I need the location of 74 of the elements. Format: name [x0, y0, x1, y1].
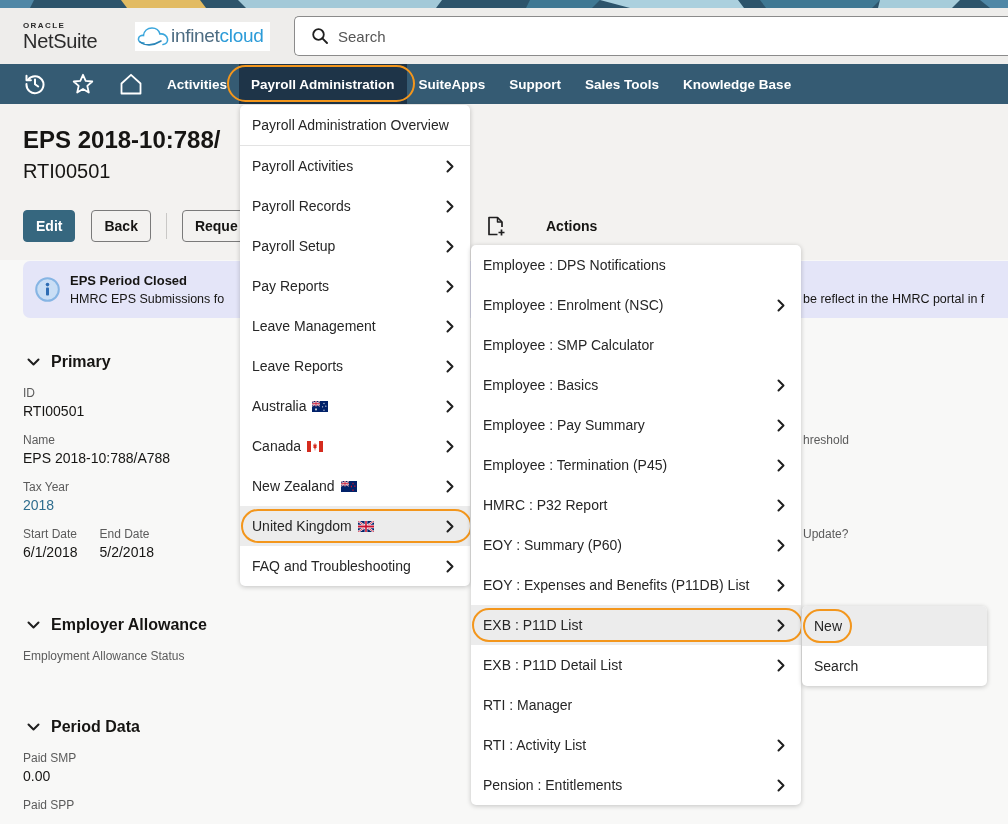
notice-message: HMRC EPS Submissions fo [70, 290, 225, 308]
menu-item[interactable]: EXB : P11D Detail List [471, 645, 801, 685]
section-header[interactable]: Employer Allowance [23, 611, 207, 639]
field-label: ID [23, 385, 35, 401]
menu-item[interactable]: Employee : DPS Notifications [471, 245, 801, 285]
field-value: EPS 2018-10:788/A788 [23, 449, 171, 468]
nav-menu-tab[interactable]: SuiteApps [406, 64, 498, 104]
nav-menu-tab[interactable]: Knowledge Base [671, 64, 804, 104]
section-header[interactable]: Primary [23, 348, 111, 376]
menu-item[interactable]: Leave Management [240, 306, 470, 346]
menu-item[interactable]: FAQ and Troubleshooting [240, 546, 470, 586]
notice-message: be reflect in the HMRC portal in f [803, 290, 985, 308]
menu-item[interactable]: Pay Reports [240, 266, 470, 306]
menu-item[interactable]: RTI : Manager [471, 685, 801, 725]
menu-item[interactable]: Employee : Basics [471, 365, 801, 405]
nav-menu-tab[interactable]: Support [497, 64, 574, 104]
field-value: 0.00 [23, 767, 51, 786]
menu-item[interactable]: Payroll Activities [240, 146, 470, 186]
star-icon[interactable] [72, 73, 94, 95]
field-label: End Date [99, 526, 150, 542]
primary-button[interactable]: Edit [23, 210, 76, 242]
nav-menu-tab[interactable]: Sales Tools [573, 64, 672, 104]
menu-item[interactable]: EXB : P11D List [471, 605, 801, 645]
home-icon[interactable] [120, 73, 142, 95]
nav-menu-tab[interactable]: Payroll Administration [239, 64, 407, 104]
menu-item[interactable]: Payroll Administration Overview [240, 105, 470, 145]
menu-item[interactable]: EOY : Summary (P60) [471, 525, 801, 565]
menu-item[interactable]: Employee : SMP Calculator [471, 325, 801, 365]
logo-caption: ORACLE [23, 20, 66, 30]
menu-item[interactable]: RTI : Activity List [471, 725, 801, 765]
field-label: Employment Allowance Status [23, 648, 185, 664]
new-zealand-flag-icon [340, 480, 357, 492]
field-label: hreshold [803, 432, 850, 448]
menu-item[interactable]: Employee : Termination (P45) [471, 445, 801, 485]
document-plus-icon[interactable] [487, 216, 505, 236]
menu-item[interactable]: New [802, 606, 987, 646]
actions-menu[interactable]: Actions [546, 218, 598, 234]
field-label: Paid SMP [23, 750, 77, 766]
menu-item[interactable]: HMRC : P32 Report [471, 485, 801, 525]
logo-wordmark: NetSuite [23, 29, 98, 52]
company-logo-text: infinetcloud [171, 25, 264, 47]
menu-item[interactable]: Leave Reports [240, 346, 470, 386]
menu-item[interactable]: Canada [240, 426, 470, 466]
secondary-button[interactable]: Back [91, 210, 151, 242]
australian-flag-icon [312, 400, 329, 412]
notice-title: EPS Period Closed [70, 271, 188, 290]
cloud-icon [137, 26, 170, 46]
menu-item[interactable]: Pension : Entitlements [471, 765, 801, 805]
menu-item[interactable]: Australia [240, 386, 470, 426]
record-id: RTI00501 [23, 159, 111, 183]
menu-item[interactable]: EOY : Expenses and Benefits (P11DB) List [471, 565, 801, 605]
history-icon[interactable] [24, 73, 46, 95]
field-value: RTI00501 [23, 402, 85, 421]
info-icon [35, 277, 60, 302]
menu-item[interactable]: Search [802, 646, 987, 686]
menu-item[interactable]: Employee : Enrolment (NSC) [471, 285, 801, 325]
menu-item[interactable]: New Zealand [240, 466, 470, 506]
field-link[interactable]: 2018 [23, 495, 55, 515]
field-label: Update? [803, 526, 849, 542]
nav-menu-tab[interactable]: Activities [155, 64, 240, 104]
search-icon [312, 28, 328, 44]
section-header[interactable]: Period Data [23, 713, 140, 741]
field-value: 6/1/2018 [23, 543, 78, 562]
field-label: Tax Year [23, 479, 70, 495]
search-field[interactable]: Search [294, 16, 1008, 56]
field-value: 5/2/2018 [99, 543, 154, 562]
menu-item[interactable]: United Kingdom [240, 506, 470, 546]
field-label: Start Date [23, 526, 78, 542]
field-label: Name [23, 432, 55, 448]
menu-item[interactable]: Employee : Pay Summary [471, 405, 801, 445]
record-title: EPS 2018-10:788/ [23, 125, 221, 155]
canadian-flag-icon [307, 440, 324, 452]
field-label: Paid SPP [23, 797, 75, 813]
uk-flag-icon [357, 520, 374, 532]
